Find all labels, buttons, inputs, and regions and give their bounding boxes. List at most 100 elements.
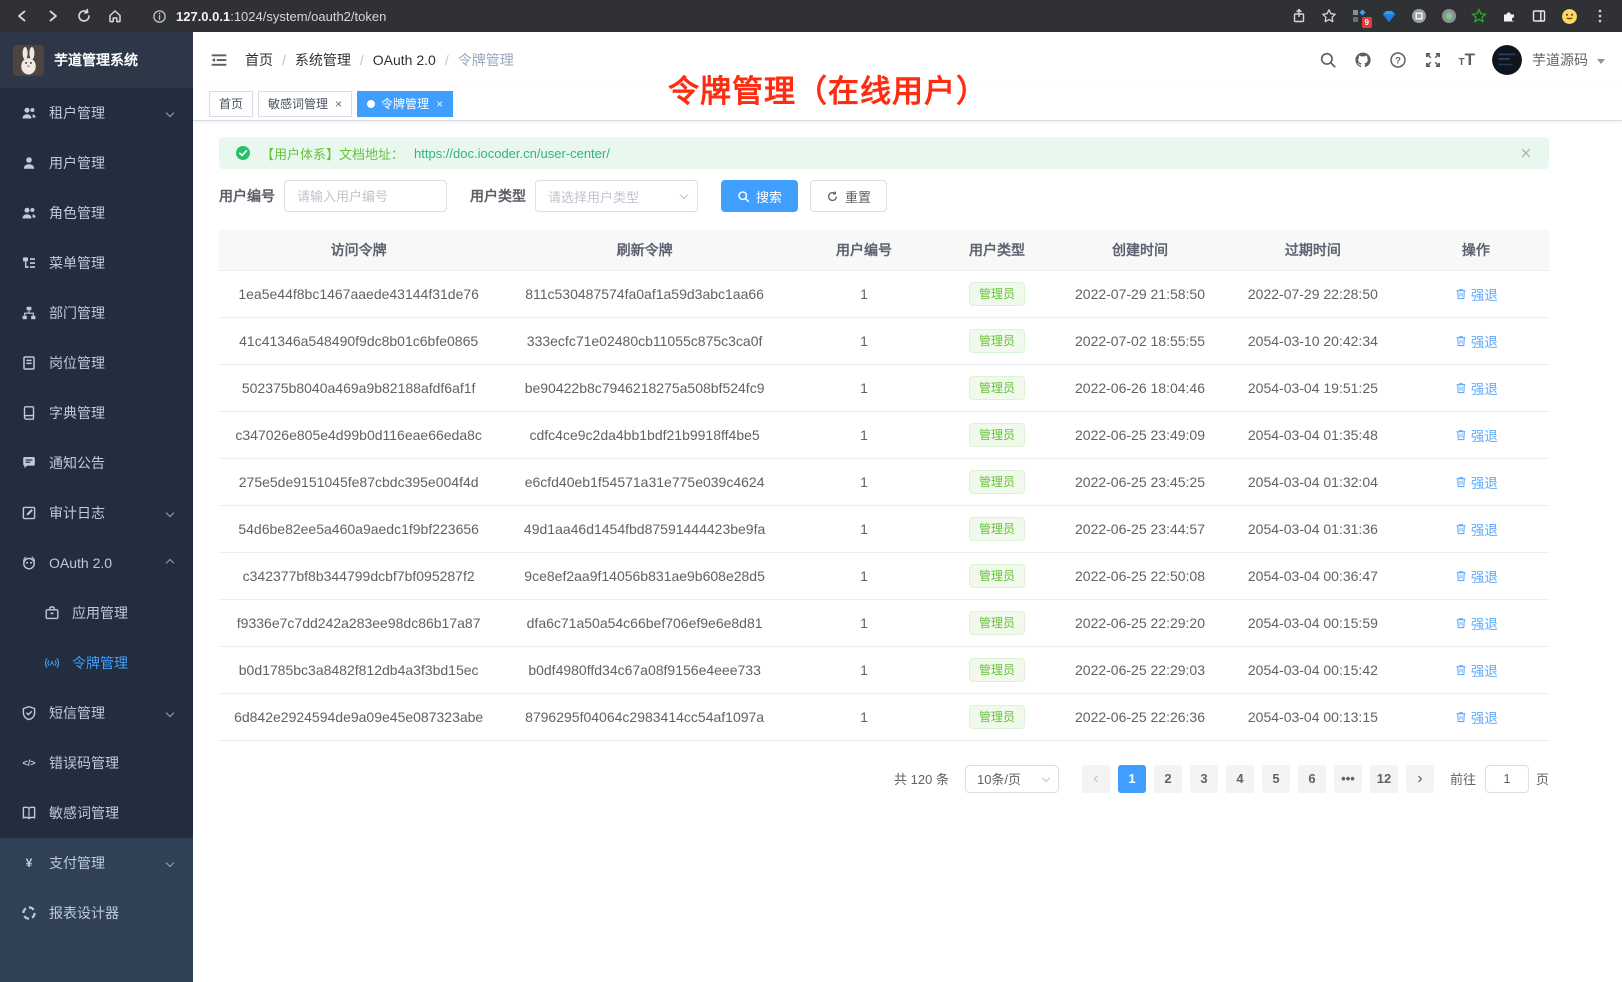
force-logout-link[interactable]: 强退 [1454,613,1498,633]
help-icon[interactable]: ? [1389,51,1407,69]
bookmark-star-icon[interactable] [1321,8,1337,24]
green-star-extension-icon[interactable] [1471,8,1487,24]
force-logout-link[interactable]: 强退 [1454,331,1498,351]
sidebar-collapse-icon[interactable] [210,51,228,69]
username[interactable]: 芋道源码 [1532,50,1588,70]
user-id-input[interactable] [284,180,447,212]
gem-extension-icon[interactable] [1381,8,1397,24]
app-logo[interactable]: 芋道管理系统 [0,32,193,88]
next-page-button[interactable]: › [1406,765,1434,793]
breadcrumb-item[interactable]: 系统管理 [295,50,351,70]
fullscreen-icon[interactable] [1424,51,1442,69]
sidebar-item-menu-management[interactable]: 菜单管理 [0,238,193,288]
user-type-cell: 管理员 [937,270,1057,317]
tab-敏感词管理[interactable]: 敏感词管理× [258,91,352,117]
home-icon[interactable] [107,8,123,24]
user-type-select[interactable]: 请选择用户类型 [535,180,698,212]
page-button-5[interactable]: 5 [1262,765,1290,793]
tab-close-icon[interactable]: × [335,98,342,110]
user-id-cell: 1 [791,505,937,552]
force-logout-label: 强退 [1471,566,1498,586]
sidebar: 芋道管理系统 租户管理用户管理角色管理菜单管理部门管理岗位管理字典管理通知公告审… [0,32,193,982]
sidebar-item-audit-log[interactable]: 审计日志 [0,488,193,538]
more-pages-button[interactable]: ••• [1334,765,1362,793]
record-extension-icon[interactable] [1441,8,1457,24]
extension-grid-icon[interactable]: 9 [1351,8,1367,24]
site-info-icon[interactable] [152,9,167,24]
goto-suffix: 页 [1536,769,1549,788]
active-tab-dot [367,100,375,108]
breadcrumb-separator: / [360,52,364,68]
page-button-3[interactable]: 3 [1190,765,1218,793]
sidebar-item-app-management[interactable]: 应用管理 [0,588,193,638]
reload-icon[interactable] [76,8,92,24]
sidebar-item-oauth2[interactable]: OAuth 2.0 [0,538,193,588]
filter-form: 用户编号 用户类型 请选择用户类型 搜索 重置 [219,180,1549,212]
alert-close-icon[interactable] [1519,146,1533,160]
tab-close-icon[interactable]: × [436,98,443,110]
goto-page-input[interactable] [1485,765,1529,793]
page-button-1[interactable]: 1 [1118,765,1146,793]
back-icon[interactable] [14,8,30,24]
page-button-12[interactable]: 12 [1370,765,1398,793]
page-button-6[interactable]: 6 [1298,765,1326,793]
sidebar-item-tenant-management[interactable]: 租户管理 [0,88,193,138]
sidebar-item-role-management[interactable]: 角色管理 [0,188,193,238]
sidebar-item-token-management[interactable]: A令牌管理 [0,638,193,688]
force-logout-link[interactable]: 强退 [1454,707,1498,727]
sidebar-item-error-code-management[interactable]: </>错误码管理 [0,738,193,788]
reset-button[interactable]: 重置 [810,180,887,212]
tab-令牌管理[interactable]: 令牌管理× [357,91,453,117]
alert-doc-link[interactable]: https://doc.iocoder.cn/user-center/ [414,146,610,161]
page-button-4[interactable]: 4 [1226,765,1254,793]
sidebar-item-payment-management[interactable]: ¥支付管理 [0,838,193,888]
sidebar-item-post-management[interactable]: 岗位管理 [0,338,193,388]
side-panel-icon[interactable] [1531,8,1547,24]
forward-icon[interactable] [45,8,61,24]
force-logout-link[interactable]: 强退 [1454,472,1498,492]
force-logout-link[interactable]: 强退 [1454,660,1498,680]
access-token-cell: c342377bf8b344799dcbf7bf095287f2 [219,552,498,599]
expire-time-cell: 2054-03-04 01:32:04 [1223,458,1403,505]
tab-首页[interactable]: 首页 [209,91,253,117]
profile-emoji-icon[interactable] [1561,8,1578,25]
breadcrumb-item[interactable]: OAuth 2.0 [373,52,436,68]
goto-label: 前往 [1450,769,1476,788]
created-time-cell: 2022-06-25 23:44:57 [1057,505,1223,552]
sidebar-item-sensitive-word-management[interactable]: 敏感词管理 [0,788,193,838]
sidebar-item-notice-management[interactable]: 通知公告 [0,438,193,488]
expire-time-cell: 2054-03-04 00:15:59 [1223,599,1403,646]
force-logout-link[interactable]: 强退 [1454,284,1498,304]
page-content: 【用户体系】文档地址： https://doc.iocoder.cn/user-… [193,121,1622,982]
browser-menu-icon[interactable] [1592,8,1608,24]
sidebar-item-dict-management[interactable]: 字典管理 [0,388,193,438]
breadcrumb-item[interactable]: 首页 [245,50,273,70]
search-button[interactable]: 搜索 [721,180,798,212]
force-logout-link[interactable]: 强退 [1454,566,1498,586]
sidebar-item-user-management[interactable]: 用户管理 [0,138,193,188]
share-icon[interactable] [1291,8,1307,24]
page-button-2[interactable]: 2 [1154,765,1182,793]
prev-page-button[interactable]: ‹ [1082,765,1110,793]
address-bar[interactable]: 127.0.0.1:1024/system/oauth2/token [152,9,386,24]
user-type-badge: 管理员 [969,423,1025,447]
refresh-token-cell: cdfc4ce9c2da4bb1bdf21b9918ff4be5 [498,411,791,458]
user-type-cell: 管理员 [937,411,1057,458]
success-check-icon [235,145,251,161]
user-avatar[interactable] [1492,45,1522,75]
font-size-icon[interactable]: TT [1459,51,1476,68]
user-id-cell: 1 [791,693,937,740]
sidebar-item-dept-management[interactable]: 部门管理 [0,288,193,338]
puzzle-extensions-icon[interactable] [1501,8,1517,24]
force-logout-link[interactable]: 强退 [1454,378,1498,398]
sidebar-item-report-designer[interactable]: 报表设计器 [0,888,193,938]
github-icon[interactable] [1354,51,1372,69]
force-logout-link[interactable]: 强退 [1454,519,1498,539]
page-size-select[interactable]: 10条/页 [965,765,1059,793]
pagination: 共 120 条 10条/页 ‹123456•••12› 前往 页 [219,765,1549,793]
command-extension-icon[interactable] [1411,8,1427,24]
user-menu-caret-icon[interactable] [1597,59,1605,64]
sidebar-item-sms-management[interactable]: 短信管理 [0,688,193,738]
search-icon[interactable] [1319,51,1337,69]
force-logout-link[interactable]: 强退 [1454,425,1498,445]
